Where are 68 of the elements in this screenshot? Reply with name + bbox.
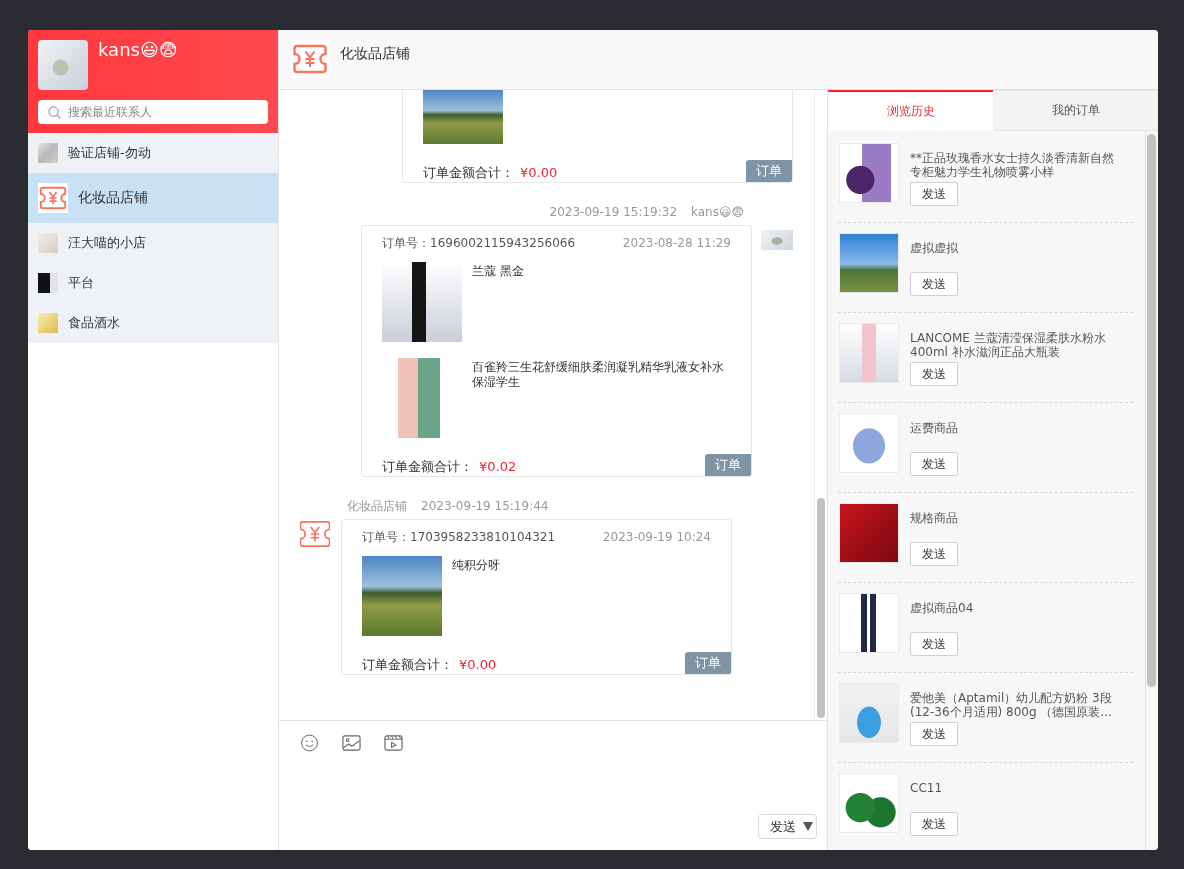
- contact-item[interactable]: 验证店铺-勿动: [28, 133, 278, 173]
- product-name: CC11: [910, 780, 944, 795]
- product-photo: [839, 143, 899, 203]
- send-button[interactable]: 发送: [910, 182, 958, 206]
- avatar-photo: [38, 40, 88, 90]
- contact-item[interactable]: 平台: [28, 263, 278, 303]
- product-name: 运费商品: [910, 420, 959, 435]
- total-label: 订单金额合计：: [382, 458, 473, 476]
- product-photo: [839, 593, 899, 653]
- picture-icon[interactable]: [342, 734, 361, 752]
- avatar-photo: [38, 233, 58, 253]
- sender-name: kans😃😨: [691, 204, 744, 221]
- scrollbar-thumb[interactable]: [817, 498, 825, 718]
- product-photo: [839, 323, 899, 383]
- order-date: 2023-08-28 11:29: [622, 235, 731, 251]
- send-button[interactable]: 发送: [758, 814, 817, 839]
- message-time: 2023-09-19 15:19:44: [421, 498, 549, 515]
- product-name: 爱他美（Aptamil）幼儿配方奶粉 3段(12-36个月适用) 800g （德国原装...: [910, 690, 1113, 719]
- order-number: 订单号：1703958233810104321: [362, 529, 556, 545]
- contact-item[interactable]: 化妆品店铺: [28, 173, 278, 223]
- chat-title: 化妆品店铺: [340, 44, 410, 63]
- product-name: 纯积分呀: [452, 557, 501, 573]
- tab[interactable]: 我的订单: [993, 90, 1158, 131]
- total-amount: ¥0.00: [520, 164, 558, 182]
- avatar-photo: [38, 313, 58, 333]
- product-name: LANCOME 兰蔻清滢保湿柔肤水粉水400ml 补水滋润正品大瓶装: [910, 330, 1107, 359]
- product-photo: [839, 233, 899, 293]
- total-label: 订单金额合计：: [362, 656, 453, 674]
- order-date: 2023-09-19 10:24: [602, 529, 711, 545]
- contact-item[interactable]: 食品酒水: [28, 303, 278, 343]
- order-number: 订单号：1696002115943256066: [382, 235, 576, 251]
- total-amount: ¥0.00: [459, 656, 497, 674]
- coupon-icon: [291, 40, 329, 78]
- avatar-photo: [38, 143, 58, 163]
- product-photo: [839, 773, 899, 833]
- scrollbar-thumb[interactable]: [1147, 134, 1156, 687]
- send-button[interactable]: 发送: [910, 722, 958, 746]
- tab[interactable]: 浏览历史: [828, 90, 993, 131]
- avatar-photo: [38, 273, 58, 293]
- contact-item[interactable]: 汪大喵的小店: [28, 223, 278, 263]
- send-button[interactable]: 发送: [910, 812, 958, 836]
- video-icon[interactable]: [384, 734, 403, 752]
- product-photo: [839, 503, 899, 563]
- sender-name: 化妆品店铺: [347, 498, 407, 515]
- message-time: 2023-09-19 15:19:32: [549, 204, 678, 221]
- search-field[interactable]: 搜索最近联系人: [38, 100, 268, 124]
- product-name: **正品玫瑰香水女士持久淡香清新自然专柜魅力学生礼物喷雾小样: [910, 150, 1115, 179]
- product-name: 兰蔻 黑金: [472, 263, 525, 279]
- product-name: 虚拟商品04: [910, 600, 975, 615]
- smiley-icon[interactable]: [300, 734, 319, 752]
- send-button[interactable]: 发送: [910, 272, 958, 296]
- send-button[interactable]: 发送: [910, 542, 958, 566]
- avatar-photo: [761, 230, 793, 250]
- total-label: 订单金额合计：: [423, 164, 514, 182]
- product-name: 虚拟虚拟: [910, 240, 959, 255]
- send-button[interactable]: 发送: [910, 632, 958, 656]
- product-photo: [839, 413, 899, 473]
- total-amount: ¥0.02: [479, 458, 517, 476]
- caret-icon: [803, 822, 813, 831]
- product-name: 百雀羚三生花舒缓细肤柔润凝乳精华乳液女补水保湿学生: [472, 359, 725, 390]
- product-photo: [839, 683, 899, 743]
- coupon-icon: [300, 519, 330, 549]
- coupon-icon: [38, 183, 68, 213]
- product-name: 规格商品: [910, 510, 959, 525]
- search-icon: [48, 105, 61, 119]
- send-button[interactable]: 发送: [910, 362, 958, 386]
- send-button[interactable]: 发送: [910, 452, 958, 476]
- user-name: kans😃😨: [98, 39, 178, 61]
